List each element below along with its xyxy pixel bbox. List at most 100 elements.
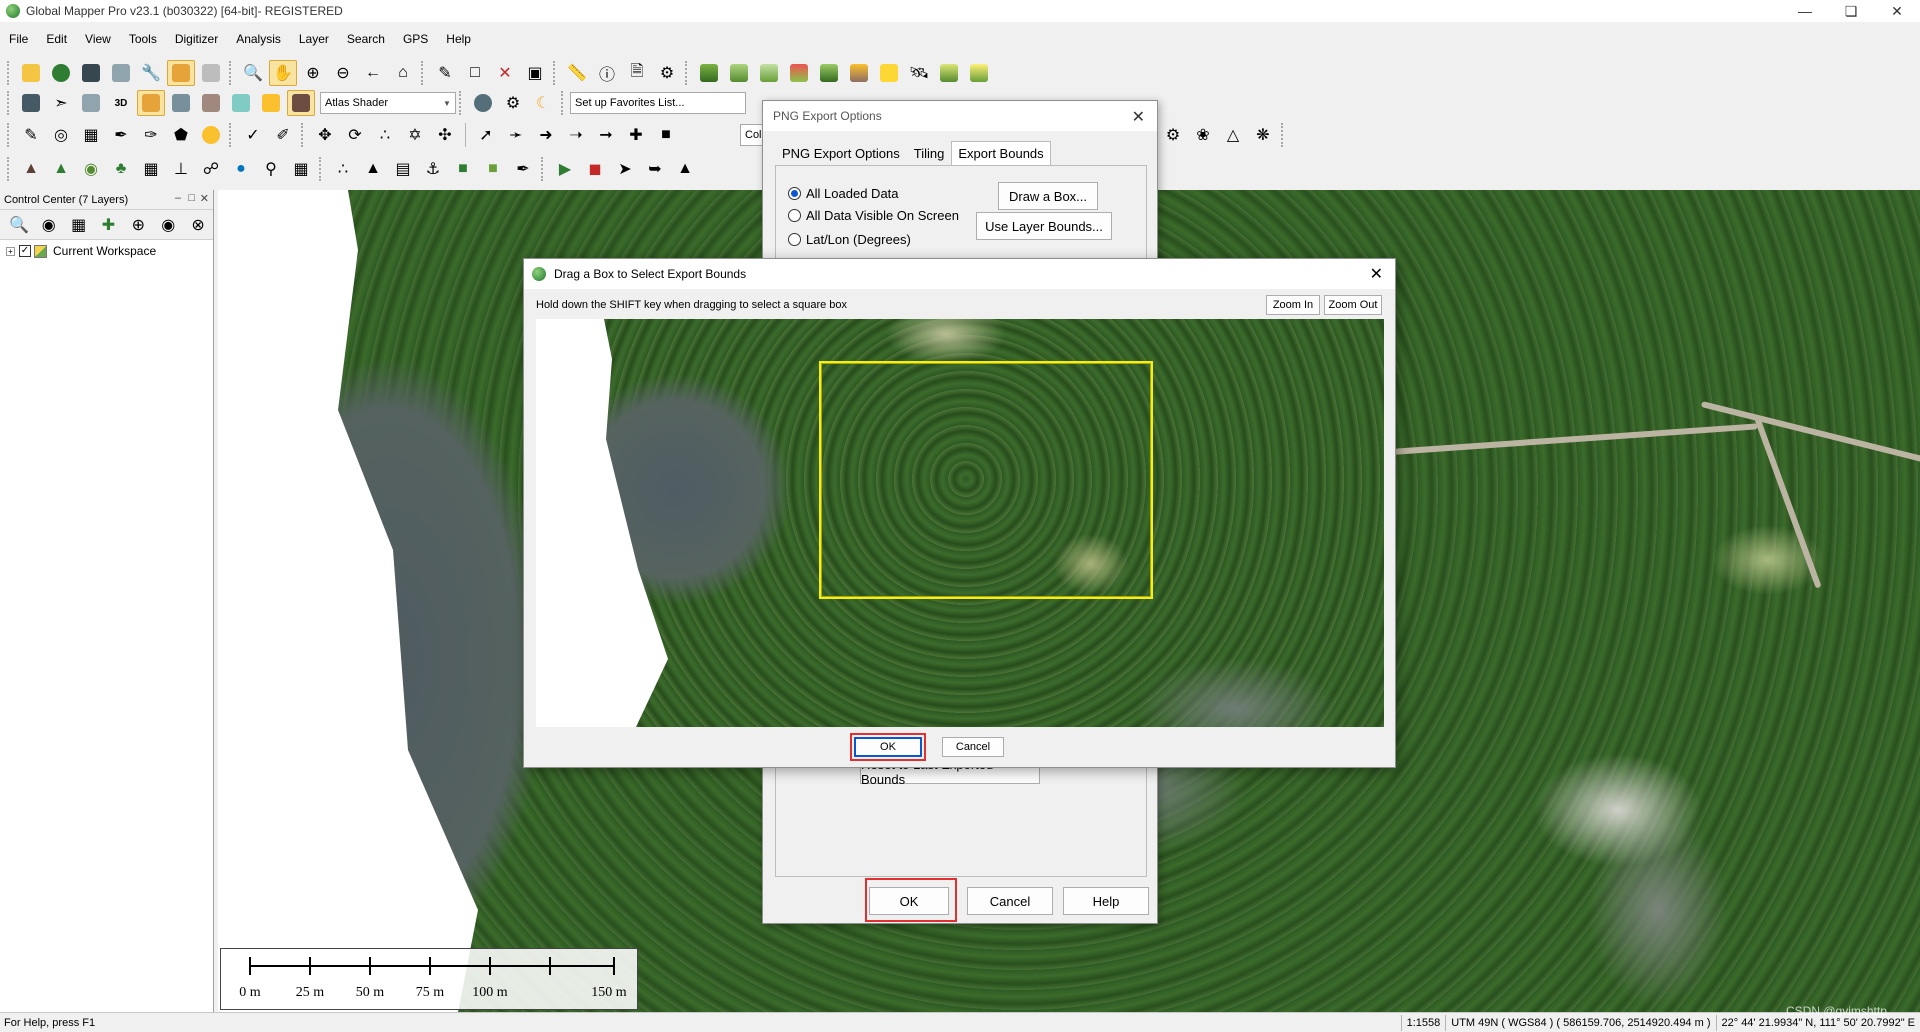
lidar-classify-icon[interactable]: ▤ (389, 156, 417, 182)
expand-icon[interactable]: + (6, 246, 15, 256)
path-tool-icon[interactable]: ✓ (239, 122, 267, 148)
menu-file[interactable]: File (0, 32, 37, 46)
grid-layout-icon[interactable] (17, 90, 45, 116)
minimize-panel-icon[interactable]: – (175, 192, 181, 204)
atlas-shader-icon[interactable] (287, 90, 315, 116)
power-line-icon[interactable]: ☍ (197, 156, 225, 182)
selection-box[interactable] (819, 361, 1153, 599)
tower-icon[interactable]: ⊥ (167, 156, 195, 182)
compass-icon[interactable]: ➣ (47, 90, 75, 116)
menu-analysis[interactable]: Analysis (227, 32, 290, 46)
grid-draw-icon[interactable]: ▦ (77, 122, 105, 148)
shader-toggle-icon[interactable] (137, 90, 165, 116)
zoom-out-icon[interactable]: ⊖ (329, 60, 357, 86)
menu-help[interactable]: Help (437, 32, 480, 46)
use-layer-bounds-button[interactable]: Use Layer Bounds... (976, 212, 1112, 240)
minimize-icon[interactable]: — (1782, 0, 1828, 22)
menu-digitizer[interactable]: Digitizer (166, 32, 227, 46)
tab-export-bounds[interactable]: Export Bounds (951, 141, 1051, 165)
fly-through-icon[interactable]: ➤ (611, 156, 639, 182)
tab-png-export-options[interactable]: PNG Export Options (775, 141, 907, 165)
lidar-filter-icon[interactable]: ✒ (509, 156, 537, 182)
layer-globe-icon[interactable]: ◉ (35, 212, 63, 238)
menu-view[interactable]: View (76, 32, 120, 46)
snap-line-icon[interactable]: ➚ (472, 122, 500, 148)
cancel-button[interactable]: Cancel (942, 737, 1004, 757)
gear-sketch-icon[interactable]: ⚙ (1159, 122, 1187, 148)
vertical-scale-icon[interactable] (197, 90, 225, 116)
overview-icon[interactable] (197, 60, 225, 86)
settings-doc-icon[interactable]: ⚙ (653, 60, 681, 86)
move-icon[interactable]: ✥ (311, 122, 339, 148)
lidar-surface-icon[interactable]: ■ (449, 156, 477, 182)
rotate-icon[interactable]: ⟳ (341, 122, 369, 148)
restore-icon[interactable]: ❏ (1828, 0, 1874, 22)
measure-edit-icon[interactable]: ✐ (269, 122, 297, 148)
radio-button[interactable] (788, 209, 801, 222)
workspace-checkbox[interactable]: ✓ (19, 245, 31, 257)
menu-gps[interactable]: GPS (394, 32, 437, 46)
satellite-icon[interactable]: 🛰 (905, 60, 933, 86)
bounds-preview-map[interactable] (536, 319, 1384, 727)
sun-position-icon[interactable] (227, 90, 255, 116)
map-image-icon[interactable] (875, 60, 903, 86)
terrain-view-icon[interactable] (815, 60, 843, 86)
menu-tools[interactable]: Tools (120, 32, 166, 46)
edit-pen-icon[interactable]: ✒ (107, 122, 135, 148)
lidar-points-icon[interactable]: ∴ (329, 156, 357, 182)
hillshade-icon[interactable] (257, 90, 285, 116)
water-level-icon[interactable] (845, 60, 873, 86)
globe-icon[interactable] (47, 60, 75, 86)
terrain-flat-icon[interactable] (755, 60, 783, 86)
layer-search-icon[interactable]: 🔍 (5, 212, 33, 238)
zoom-out-button[interactable]: Zoom Out (1324, 295, 1382, 315)
split-view-icon[interactable] (77, 90, 105, 116)
radio-all-loaded-data[interactable]: All Loaded Data (788, 186, 899, 201)
mountain-icon[interactable]: ▲ (17, 156, 45, 182)
layers-icon[interactable] (167, 60, 195, 86)
crosshair-icon[interactable]: ✚ (622, 122, 650, 148)
lidar-mountain-icon[interactable]: ▲ (359, 156, 387, 182)
zoom-in-icon[interactable]: ⊕ (299, 60, 327, 86)
terrain-area-icon[interactable]: ▲ (47, 156, 75, 182)
water-drop-icon[interactable]: ● (227, 156, 255, 182)
close-icon[interactable]: ✕ (1874, 0, 1920, 22)
shader-select[interactable]: Atlas Shader ▼ (320, 92, 456, 114)
close-icon[interactable]: ✕ (1132, 107, 1145, 127)
help-button[interactable]: Help (1063, 887, 1149, 915)
menu-edit[interactable]: Edit (37, 32, 76, 46)
workspace-tree-item[interactable]: + ✓ Current Workspace (0, 240, 213, 262)
layer-add-icon[interactable]: ✚ (95, 212, 123, 238)
save-icon[interactable] (77, 60, 105, 86)
smooth-line-icon[interactable]: ➞ (592, 122, 620, 148)
draw-box-button[interactable]: Draw a Box... (998, 182, 1098, 210)
lidar-building-icon[interactable]: ■ (479, 156, 507, 182)
terrain-profile-icon[interactable] (695, 60, 723, 86)
polygon-edit-icon[interactable]: ⬟ (167, 122, 195, 148)
select-box-icon[interactable]: □ (461, 60, 489, 86)
tree-icon[interactable]: ♣ (107, 156, 135, 182)
play-icon[interactable]: ▶ (551, 156, 579, 182)
menu-layer[interactable]: Layer (290, 32, 338, 46)
pattern-icon[interactable]: ❀ (1189, 122, 1217, 148)
vertex-icon[interactable]: ∴ (371, 122, 399, 148)
radio-button-selected[interactable] (788, 187, 801, 200)
split-line-icon[interactable]: ➛ (502, 122, 530, 148)
info-icon[interactable]: ⓘ (593, 60, 621, 86)
hill-icon[interactable]: ◉ (77, 156, 105, 182)
open-folder-icon[interactable] (17, 60, 45, 86)
zoom-box-icon[interactable]: 🔍 (239, 60, 267, 86)
close-icon[interactable]: ✕ (1370, 264, 1383, 284)
3d-view-icon[interactable]: 3D (107, 90, 135, 116)
float-panel-icon[interactable]: □ (188, 192, 195, 204)
layer-remove-icon[interactable]: ⊗ (184, 212, 212, 238)
pencil-icon[interactable]: ✎ (431, 60, 459, 86)
menu-search[interactable]: Search (338, 32, 394, 46)
close-panel-icon[interactable]: ✕ (200, 192, 209, 205)
night-mode-icon[interactable]: ☾ (529, 90, 557, 116)
target-icon[interactable]: ◎ (47, 122, 75, 148)
workspace-icon[interactable] (107, 60, 135, 86)
camera-record-icon[interactable]: ▲ (671, 156, 699, 182)
terrain-people-icon[interactable] (965, 60, 993, 86)
terrain-edit-icon[interactable] (935, 60, 963, 86)
